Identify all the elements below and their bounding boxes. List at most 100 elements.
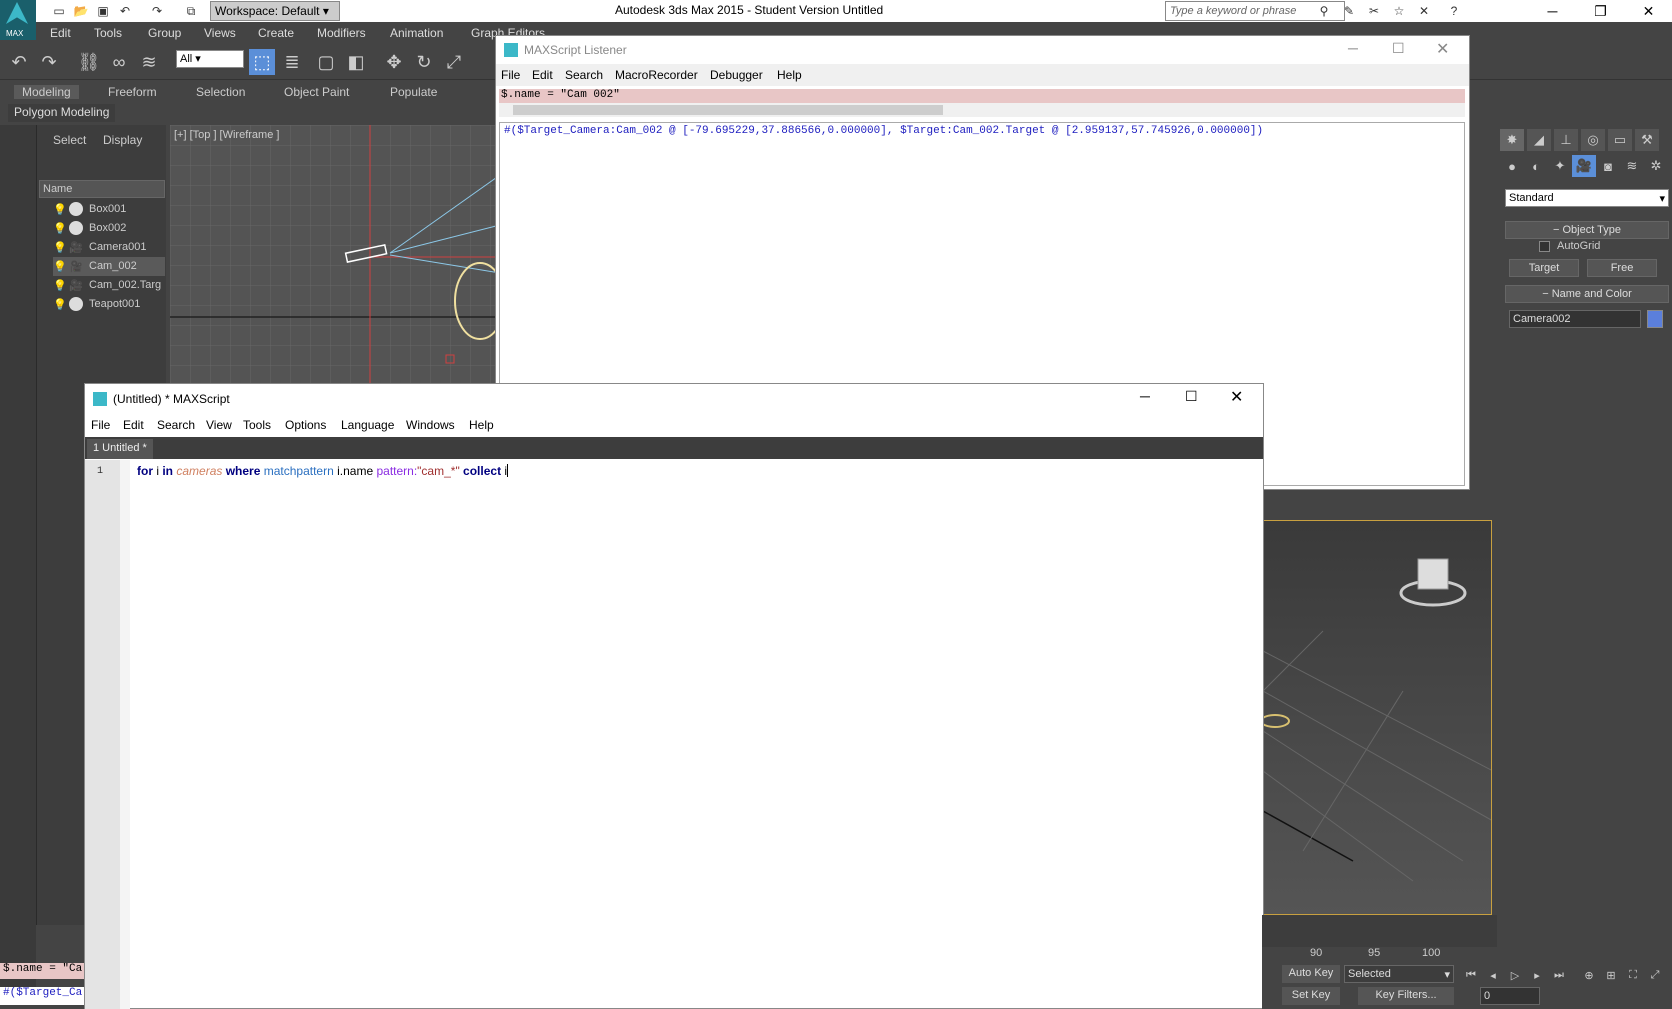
next-frame-icon[interactable]: ▸ <box>1528 967 1546 983</box>
previous-frame-icon[interactable]: ◂ <box>1484 967 1502 983</box>
exchange-icon[interactable]: ✕ <box>1415 2 1433 20</box>
menu-modifiers[interactable]: Modifiers <box>317 26 366 40</box>
scene-item-cam-002-target[interactable]: 💡 🎥 Cam_002.Targ <box>53 276 165 295</box>
zoom-extents-icon[interactable]: ⛶ <box>1624 967 1642 983</box>
geometry-icon[interactable]: ● <box>1500 155 1524 177</box>
menu-views[interactable]: Views <box>204 26 236 40</box>
open-file-icon[interactable]: 📂 <box>72 2 90 20</box>
current-frame-field[interactable]: 0 <box>1480 987 1540 1005</box>
rectangular-selection-icon[interactable]: ▢ <box>313 49 339 75</box>
auto-key-button[interactable]: Auto Key <box>1282 965 1340 983</box>
tab-freeform[interactable]: Freeform <box>108 85 157 99</box>
selection-filter-dropdown[interactable]: All ▾ <box>176 50 244 68</box>
listener-macro-pane[interactable]: $.name = "Cam 002" <box>499 89 1465 103</box>
explorer-tab-display[interactable]: Display <box>103 133 142 147</box>
maximize-icon[interactable]: ☐ <box>1185 388 1198 405</box>
subscription-icon[interactable]: ✎ <box>1340 2 1358 20</box>
code-line[interactable]: for i in cameras where matchpattern i.na… <box>137 464 509 478</box>
app-logo[interactable]: MAX <box>0 0 36 40</box>
scene-item-teapot001[interactable]: 💡 Teapot001 <box>53 295 165 314</box>
tab-selection[interactable]: Selection <box>196 85 245 99</box>
scrollbar-thumb[interactable] <box>513 105 943 115</box>
target-camera-button[interactable]: Target <box>1509 259 1579 277</box>
unlink-icon[interactable]: ∞ <box>106 49 132 75</box>
create-tab-icon[interactable]: ✸ <box>1500 129 1524 151</box>
zoom-all-icon[interactable]: ⊞ <box>1602 967 1620 983</box>
menu-file[interactable]: File <box>501 68 520 82</box>
maximize-icon[interactable]: ☐ <box>1392 40 1405 57</box>
menu-edit[interactable]: Edit <box>123 418 144 432</box>
lightbulb-icon[interactable]: 💡 <box>53 241 67 254</box>
play-icon[interactable]: ▷ <box>1506 967 1524 983</box>
workspace-dropdown[interactable]: Workspace: Default ▾ <box>210 1 340 21</box>
menu-search[interactable]: Search <box>157 418 195 432</box>
utilities-tab-icon[interactable]: ⚒ <box>1635 129 1659 151</box>
select-by-name-icon[interactable]: ≣ <box>279 49 305 75</box>
lightbulb-icon[interactable]: 💡 <box>53 279 67 292</box>
tab-populate[interactable]: Populate <box>390 85 437 99</box>
communication-icon[interactable]: ✂ <box>1365 2 1383 20</box>
display-tab-icon[interactable]: ▭ <box>1608 129 1632 151</box>
listener-title-bar[interactable]: MAXScript Listener ─ ☐ ✕ <box>496 36 1469 64</box>
object-name-field[interactable]: Camera002 <box>1509 310 1641 328</box>
close-icon[interactable]: ✕ <box>1230 387 1243 407</box>
scene-item-cam-002[interactable]: 💡 🎥 Cam_002 <box>53 257 165 276</box>
scene-item-camera001[interactable]: 💡 🎥 Camera001 <box>53 238 165 257</box>
spacewarps-icon[interactable]: ≋ <box>1620 155 1644 177</box>
menu-tools[interactable]: Tools <box>94 26 122 40</box>
name-column-header[interactable]: Name <box>39 180 165 198</box>
shapes-icon[interactable]: ◐ <box>1524 155 1548 177</box>
polygon-modeling-label[interactable]: Polygon Modeling <box>8 104 116 122</box>
cameras-icon[interactable]: 🎥 <box>1572 155 1596 177</box>
mini-listener-input[interactable]: $.name = "Ca <box>0 963 84 979</box>
key-set-dropdown[interactable]: Selected ▾ <box>1344 965 1454 983</box>
lightbulb-icon[interactable]: 💡 <box>53 298 67 311</box>
menu-file[interactable]: File <box>91 418 110 432</box>
maximize-viewport-icon[interactable]: ⤢ <box>1646 967 1664 983</box>
window-crossing-icon[interactable]: ◧ <box>343 49 369 75</box>
menu-tools[interactable]: Tools <box>243 418 271 432</box>
viewport-perspective[interactable] <box>1262 520 1492 915</box>
menu-create[interactable]: Create <box>258 26 294 40</box>
project-folder-icon[interactable]: ⧉ <box>182 2 200 20</box>
viewcube-icon[interactable] <box>1399 558 1467 607</box>
menu-view[interactable]: View <box>206 418 232 432</box>
favorites-icon[interactable]: ☆ <box>1390 2 1408 20</box>
object-color-swatch[interactable] <box>1647 310 1663 328</box>
mini-listener-output[interactable]: #($Target_Ca <box>0 987 84 1005</box>
explorer-tab-select[interactable]: Select <box>53 133 86 147</box>
lights-icon[interactable]: ✦ <box>1548 155 1572 177</box>
menu-options[interactable]: Options <box>285 418 326 432</box>
motion-tab-icon[interactable]: ◎ <box>1581 129 1605 151</box>
scene-item-box002[interactable]: 💡 Box002 <box>53 219 165 238</box>
rollout-object-type[interactable]: − Object Type <box>1505 221 1669 239</box>
restore-button[interactable]: ❐ <box>1578 0 1623 22</box>
tab-object-paint[interactable]: Object Paint <box>284 85 349 99</box>
save-icon[interactable]: ▣ <box>94 2 112 20</box>
close-icon[interactable]: ✕ <box>1436 39 1449 59</box>
rollout-name-color[interactable]: − Name and Color <box>1505 285 1669 303</box>
close-button[interactable]: ✕ <box>1626 0 1671 22</box>
viewport-label[interactable]: [+] [Top ] [Wireframe ] <box>174 129 279 141</box>
menu-macrorecorder[interactable]: MacroRecorder <box>615 68 698 82</box>
zoom-icon[interactable]: ⊕ <box>1580 967 1598 983</box>
minimize-button[interactable]: ─ <box>1530 0 1575 22</box>
redo-icon[interactable]: ↷ <box>36 49 62 75</box>
menu-animation[interactable]: Animation <box>390 26 443 40</box>
viewport-top[interactable]: [+] [Top ] [Wireframe ] <box>170 125 500 385</box>
tab-untitled[interactable]: 1 Untitled * <box>87 439 153 459</box>
set-key-button[interactable]: Set Key <box>1282 987 1340 1005</box>
link-icon[interactable]: ⛓ <box>76 49 102 75</box>
lightbulb-icon[interactable]: 💡 <box>53 203 67 216</box>
menu-windows[interactable]: Windows <box>406 418 455 432</box>
menu-help[interactable]: Help <box>469 418 494 432</box>
menu-edit[interactable]: Edit <box>532 68 553 82</box>
menu-language[interactable]: Language <box>341 418 394 432</box>
hierarchy-tab-icon[interactable]: ⊥ <box>1554 129 1578 151</box>
editor-title-bar[interactable]: (Untitled) * MAXScript ─ ☐ ✕ <box>85 384 1263 414</box>
helpers-icon[interactable]: ◙ <box>1596 155 1620 177</box>
new-file-icon[interactable]: ▭ <box>50 2 68 20</box>
menu-help[interactable]: Help <box>777 68 802 82</box>
key-filters-button[interactable]: Key Filters... <box>1358 987 1454 1005</box>
select-object-icon[interactable]: ⬚ <box>249 49 275 75</box>
